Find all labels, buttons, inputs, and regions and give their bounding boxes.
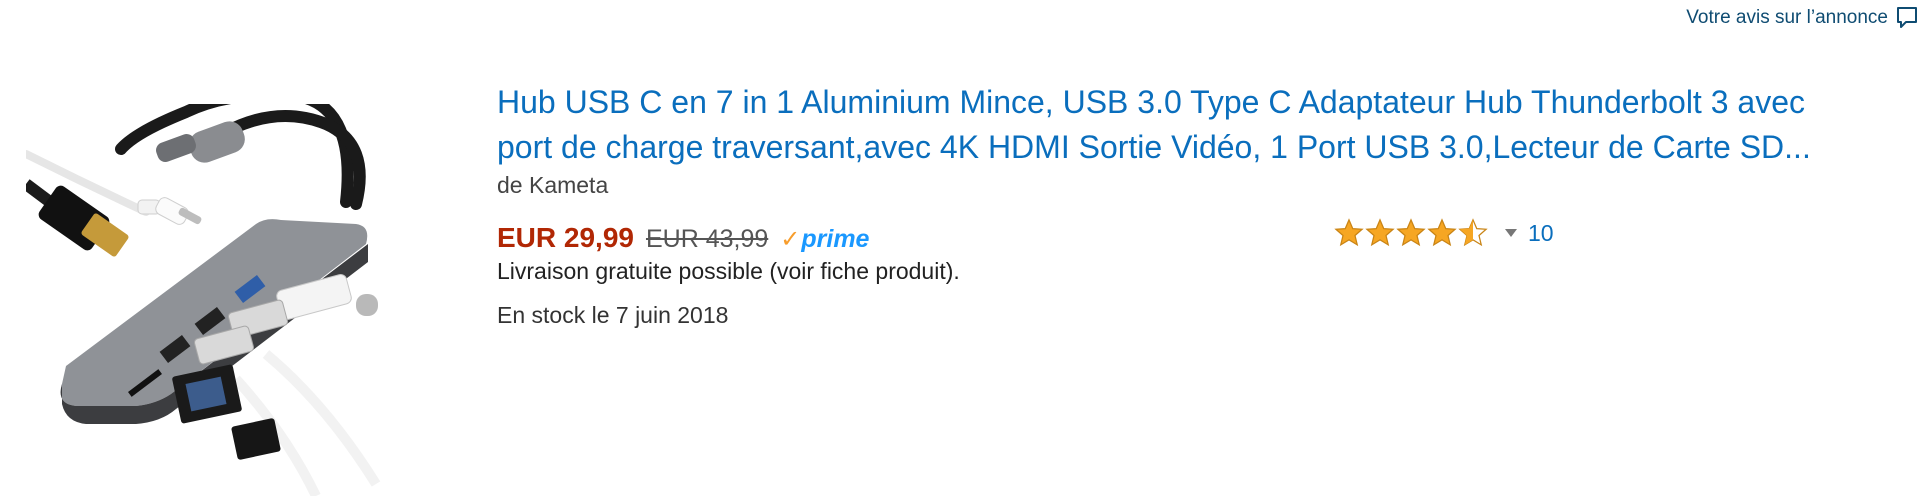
product-image[interactable] [26, 104, 476, 496]
star-icon [1334, 218, 1364, 247]
list-price-strikethrough: EUR 43,99 [645, 225, 769, 253]
star-rating [1334, 218, 1488, 248]
ad-feedback-label: Votre avis sur l’annonce [1686, 7, 1888, 28]
product-title-line-1: Hub USB C en 7 in 1 Aluminium Mince, USB… [497, 84, 1805, 120]
product-title-link[interactable]: Hub USB C en 7 in 1 Aluminium Mince, USB… [497, 80, 1917, 170]
half-star-icon [1458, 218, 1488, 247]
product-title-line-2: port de charge traversant,avec 4K HDMI S… [497, 129, 1811, 165]
current-price: EUR 29,99 [497, 222, 634, 253]
rating-widget[interactable]: 10 [1334, 218, 1554, 248]
review-count-link[interactable]: 10 [1528, 220, 1554, 247]
star-icon [1427, 218, 1457, 247]
speech-bubble-icon [1897, 7, 1917, 28]
star-icon [1365, 218, 1395, 247]
product-info: Hub USB C en 7 in 1 Aluminium Mince, USB… [497, 80, 1917, 199]
star-icon [1396, 218, 1426, 247]
ad-feedback-link[interactable]: Votre avis sur l’annonce [1686, 6, 1918, 30]
checkmark-icon: ✓ [780, 226, 801, 253]
prime-badge: ✓ prime [780, 225, 869, 254]
caret-down-icon[interactable] [1504, 228, 1518, 238]
delivery-info: Livraison gratuite possible (voir fiche … [497, 258, 960, 284]
stock-info: En stock le 7 juin 2018 [497, 302, 729, 328]
prime-label: prime [801, 225, 870, 253]
brand-byline: de Kameta [497, 172, 609, 198]
price-row: EUR 29,99 EUR 43,99 ✓ prime [497, 222, 869, 254]
